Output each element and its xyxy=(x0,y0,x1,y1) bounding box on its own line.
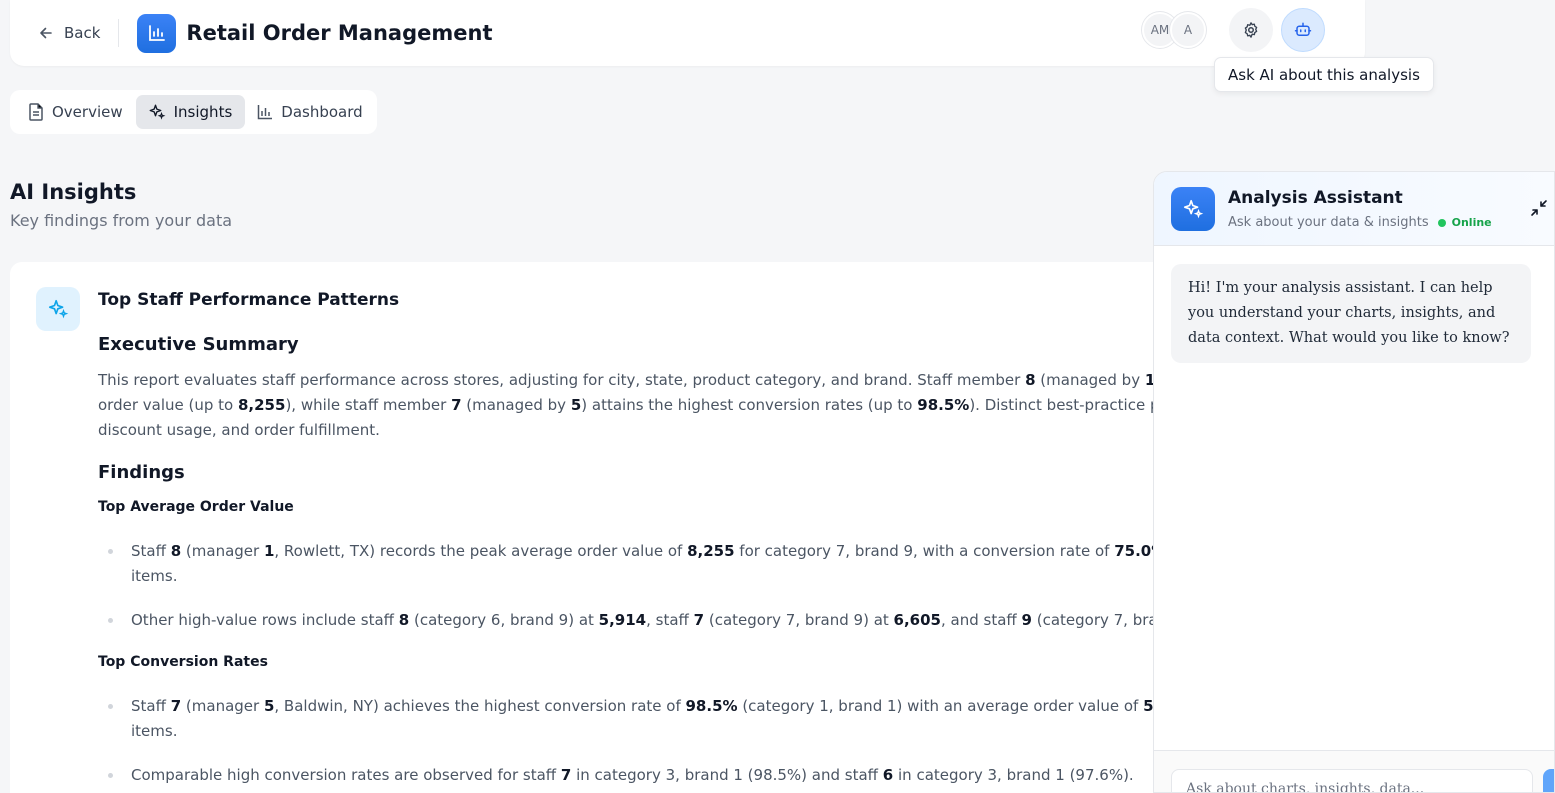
insight-card: Top Staff Performance Patterns Executive… xyxy=(10,262,1210,793)
header-divider xyxy=(118,19,120,47)
sparkles-icon xyxy=(1171,187,1215,231)
rich-line: Staff 8 (manager 1, Rowlett, TX) records… xyxy=(131,542,1210,560)
chat-footer xyxy=(1154,750,1554,792)
assistant-subtitle-row: Ask about your data & insights Online xyxy=(1228,215,1492,230)
gear-icon xyxy=(1244,22,1258,38)
header-actions: AM A xyxy=(1142,8,1325,52)
sparkles-icon xyxy=(149,104,166,120)
tab-label: Insights xyxy=(173,103,233,121)
rich-line: order value (up to 8,255), while staff m… xyxy=(98,396,1210,414)
assistant-panel: Analysis Assistant Ask about your data &… xyxy=(1153,171,1555,793)
page-subtitle: Key findings from your data xyxy=(10,211,233,230)
ask-ai-button[interactable] xyxy=(1281,8,1325,52)
chat-input[interactable] xyxy=(1171,769,1533,792)
section-heading: Top Conversion Rates xyxy=(98,654,268,670)
list-item: Staff 8 (manager 1, Rowlett, TX) records… xyxy=(131,539,1210,589)
arrow-left-icon xyxy=(40,27,52,39)
app-title: Retail Order Management xyxy=(186,21,493,45)
bar-chart-icon xyxy=(258,105,273,120)
send-button[interactable] xyxy=(1543,769,1554,792)
tab-overview[interactable]: Overview xyxy=(16,95,136,129)
rich-line: This report evaluates staff performance … xyxy=(98,371,1210,389)
avatar[interactable]: A xyxy=(1170,12,1206,48)
bullet-dot xyxy=(108,549,113,554)
assistant-header: Analysis Assistant Ask about your data &… xyxy=(1154,172,1554,246)
app-logo-icon xyxy=(137,13,177,53)
assistant-message: Hi! I'm your analysis assistant. I can h… xyxy=(1171,264,1531,363)
section-heading: Top Average Order Value xyxy=(98,499,294,515)
bullet-dot xyxy=(108,773,113,778)
rich-line: Other high-value rows include staff 8 (c… xyxy=(131,611,1210,629)
summary-paragraph: This report evaluates staff performance … xyxy=(98,368,1210,443)
list-item: Comparable high conversion rates are obs… xyxy=(131,763,1134,788)
assistant-subtitle: Ask about your data & insights xyxy=(1228,215,1429,230)
list-item: Staff 7 (manager 5, Baldwin, NY) achieve… xyxy=(131,694,1210,744)
back-button[interactable]: Back xyxy=(38,24,100,42)
bullet-dot xyxy=(108,704,113,709)
list-item: Other high-value rows include staff 8 (c… xyxy=(131,608,1210,633)
summary-heading: Executive Summary xyxy=(98,334,299,355)
rich-line: Comparable high conversion rates are obs… xyxy=(131,766,1134,784)
tab-label: Dashboard xyxy=(281,103,363,121)
tab-insights[interactable]: Insights xyxy=(135,95,246,129)
sparkles-icon xyxy=(36,287,80,331)
minimize-icon xyxy=(1531,200,1547,216)
rich-line: items. xyxy=(131,722,178,740)
bullet-dot xyxy=(108,618,113,623)
rich-line: items. xyxy=(131,567,178,585)
tab-dashboard[interactable]: Dashboard xyxy=(245,95,375,129)
insight-title: Top Staff Performance Patterns xyxy=(98,290,400,310)
settings-button[interactable] xyxy=(1229,8,1273,52)
tab-label: Overview xyxy=(52,103,123,121)
rich-line: Staff 7 (manager 5, Baldwin, NY) achieve… xyxy=(131,697,1210,715)
document-icon xyxy=(29,103,43,121)
minimize-button[interactable] xyxy=(1530,199,1548,221)
assistant-title: Analysis Assistant xyxy=(1228,188,1403,208)
view-tabs: Overview Insights Dashboard xyxy=(10,90,377,134)
bot-icon xyxy=(1294,22,1312,36)
online-status: Online xyxy=(1451,216,1492,229)
page-title: AI Insights xyxy=(10,180,137,204)
findings-heading: Findings xyxy=(98,462,185,483)
online-status-dot xyxy=(1437,218,1446,227)
ask-ai-tooltip: Ask AI about this analysis xyxy=(1214,57,1434,92)
back-label: Back xyxy=(64,24,101,42)
top-header: Back Retail Order Management AM A xyxy=(10,0,1365,66)
rich-line: discount usage, and order fulfillment. xyxy=(98,421,380,439)
